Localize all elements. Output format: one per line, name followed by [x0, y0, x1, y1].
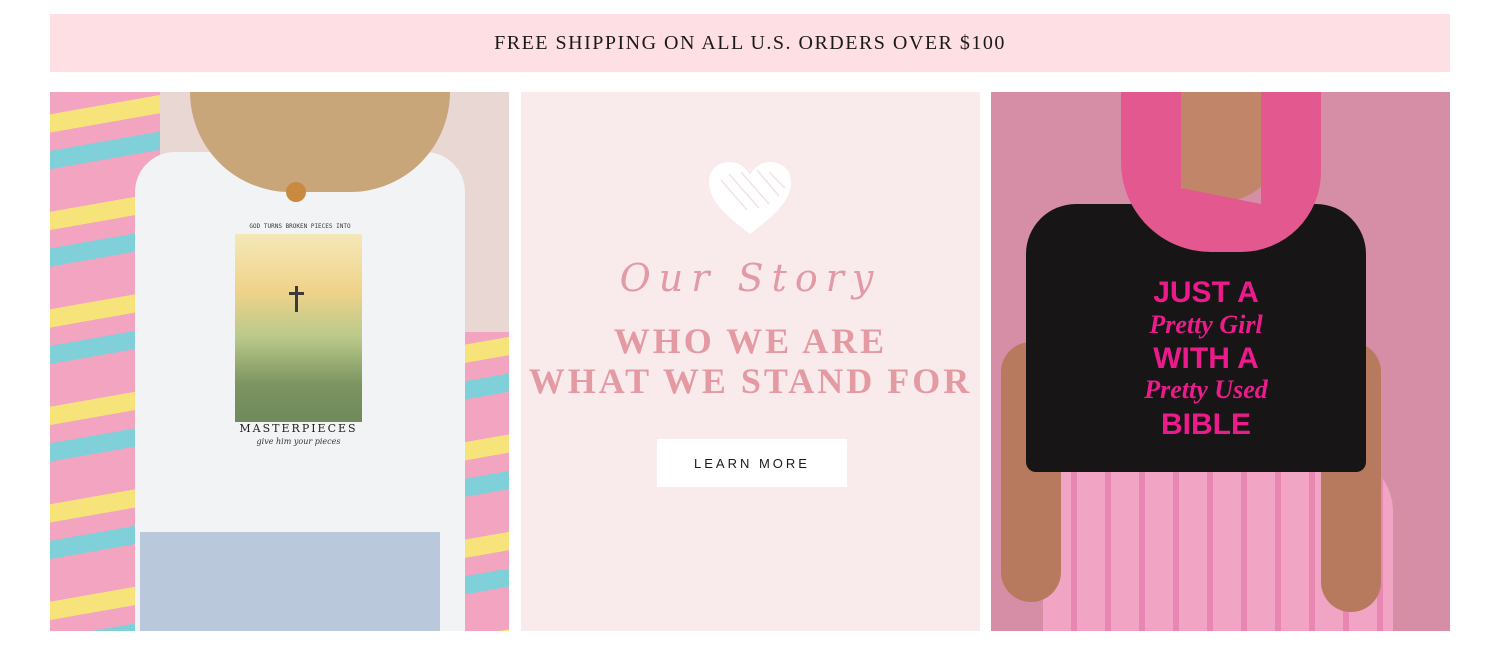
shipping-banner-text: FREE SHIPPING ON ALL U.S. ORDERS OVER $1… — [494, 31, 1006, 54]
shirt-print-top-text: GOD TURNS BROKEN PIECES INTO — [249, 223, 351, 230]
cross-icon — [289, 286, 304, 312]
shipping-banner: FREE SHIPPING ON ALL U.S. ORDERS OVER $1… — [50, 14, 1450, 72]
shirt-text-line1: JUST A — [1153, 276, 1259, 309]
shirt-text-line2: Pretty Girl — [1149, 310, 1263, 339]
learn-more-button[interactable]: LEARN MORE — [657, 439, 847, 487]
product-image-pretty-girl-tee[interactable]: JUST A Pretty Girl WITH A Pretty Used BI… — [991, 92, 1450, 631]
our-story-script-title: Our Story — [619, 256, 882, 300]
headline-what-we-stand-for: WHAT WE STAND FOR — [528, 361, 973, 401]
shirt-print-main-text: MASTERPIECES — [239, 422, 358, 435]
shirt-print-artwork — [235, 234, 362, 422]
jeans — [140, 532, 440, 631]
shirt-text-line5: BIBLE — [1161, 408, 1251, 441]
heart-icon — [709, 162, 791, 234]
necklace-pendant — [286, 182, 306, 202]
headline-who-we-are: WHO WE ARE — [613, 321, 888, 361]
shirt-text-line4: Pretty Used — [1144, 375, 1268, 404]
our-story-panel: Our Story WHO WE ARE WHAT WE STAND FOR L… — [521, 92, 980, 631]
product-image-masterpieces-tee[interactable]: GOD TURNS BROKEN PIECES INTO MASTERPIECE… — [50, 92, 509, 631]
shirt-text-line3: WITH A — [1153, 342, 1259, 375]
shirt-print-sub-text: give him your pieces — [256, 437, 341, 446]
